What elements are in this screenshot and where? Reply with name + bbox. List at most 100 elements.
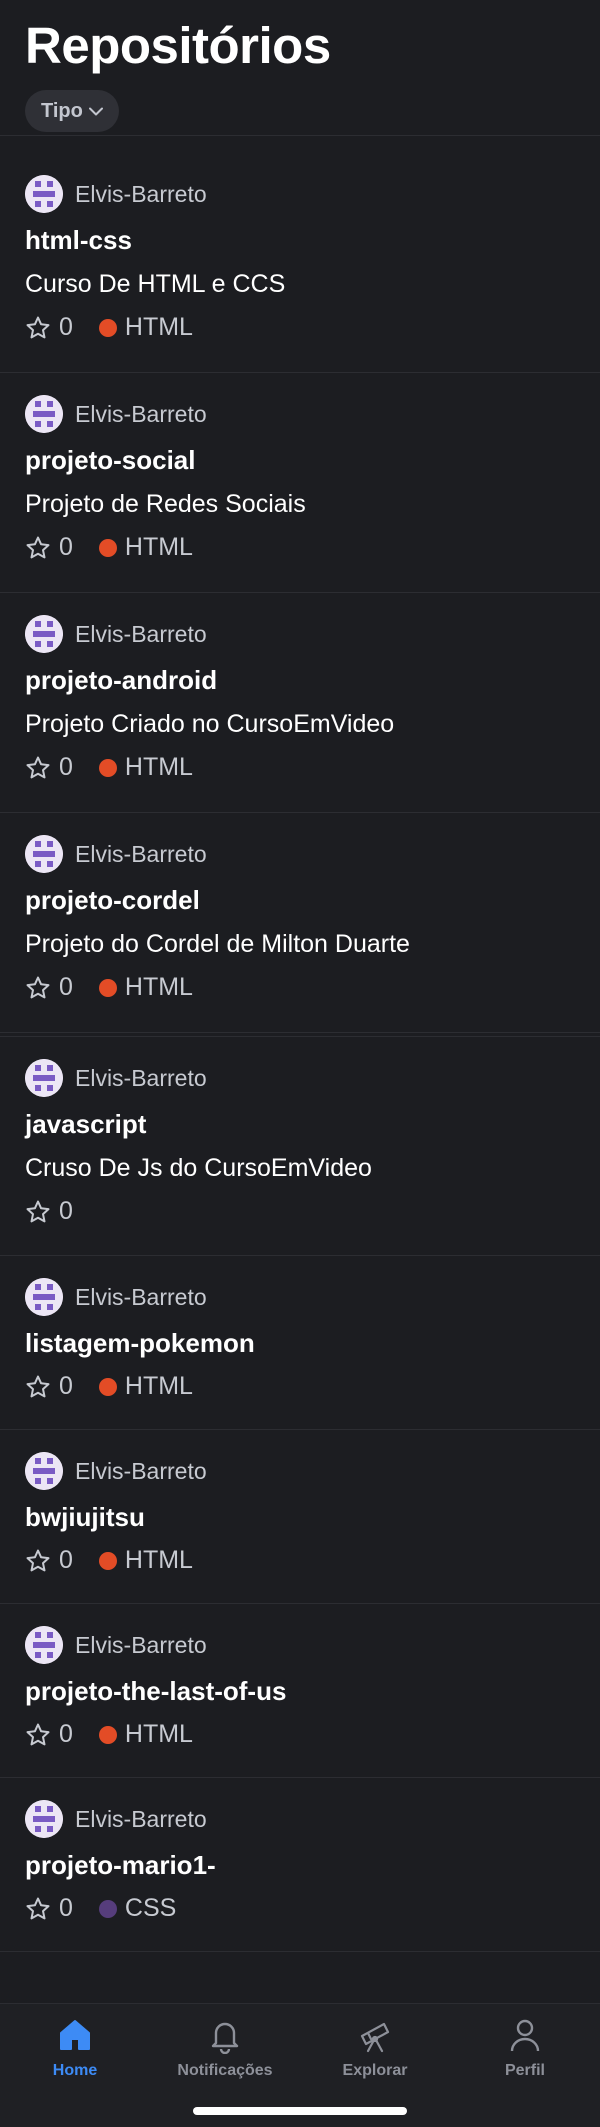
owner-name: Elvis-Barreto	[75, 840, 207, 867]
avatar	[25, 1626, 63, 1664]
tab-home[interactable]: Home	[0, 2016, 150, 2080]
repo-item[interactable]: Elvis-Barreto javascript Cruso De Js do Cu…	[0, 1036, 600, 1256]
repo-owner[interactable]: Elvis-Barreto	[25, 1452, 207, 1490]
chevron-down-icon	[88, 107, 103, 115]
repo-item[interactable]: Elvis-Barreto projeto-cordel Projeto do Co…	[0, 813, 600, 1033]
star-icon	[26, 1549, 50, 1571]
home-indicator	[193, 2107, 407, 2115]
bell-icon	[211, 2022, 239, 2054]
language-name: HTML	[124, 533, 193, 561]
language-name: HTML	[124, 973, 193, 1001]
star-icon	[26, 976, 50, 998]
identicon-icon	[25, 1452, 63, 1490]
repo-description: Projeto de Redes Sociais	[25, 490, 306, 518]
language-name: CSS	[124, 1894, 177, 1922]
star-count: 0	[59, 533, 73, 561]
language-color-dot	[98, 1551, 117, 1570]
repo-owner[interactable]: Elvis-Barreto	[25, 1800, 207, 1838]
avatar	[25, 1800, 63, 1838]
star-count: 0	[59, 1372, 73, 1400]
repo-item[interactable]: Elvis-Barreto bwjiujitsu 0 HTML	[0, 1430, 600, 1604]
repo-item[interactable]: Elvis-Barreto html-css Curso De HTML e CCS…	[0, 153, 600, 373]
repo-item[interactable]: Elvis-Barreto projeto-social Projeto de Re…	[0, 373, 600, 593]
star-count: 0	[59, 973, 73, 1001]
language-name: HTML	[124, 313, 193, 341]
repo-name: projeto-social	[25, 445, 196, 475]
repo-description: Projeto do Cordel de Milton Duarte	[25, 930, 410, 958]
person-icon	[510, 2019, 540, 2052]
tab-profile-label: Perfil	[504, 2062, 545, 2079]
repo-owner[interactable]: Elvis-Barreto	[25, 175, 207, 213]
avatar	[25, 175, 63, 213]
avatar	[25, 1059, 63, 1097]
star-icon	[26, 1897, 50, 1919]
owner-name: Elvis-Barreto	[75, 620, 207, 647]
star-count: 0	[59, 1894, 73, 1922]
repo-meta: 0 HTML	[25, 533, 193, 562]
language-color-dot	[98, 978, 117, 997]
star-count: 0	[59, 313, 73, 341]
tab-explore-label: Explorar	[342, 2062, 408, 2079]
type-filter-button[interactable]: Tipo	[25, 90, 119, 132]
repo-description: Curso De HTML e CCS	[25, 270, 286, 298]
repo-owner[interactable]: Elvis-Barreto	[25, 1278, 207, 1316]
repo-item[interactable]: Elvis-Barreto projeto-the-last-of-us 0 HTML	[0, 1604, 600, 1778]
repo-owner[interactable]: Elvis-Barreto	[25, 835, 207, 873]
avatar	[25, 615, 63, 653]
star-count: 0	[59, 1197, 73, 1225]
language-name: HTML	[124, 1372, 193, 1400]
language-name: HTML	[124, 753, 193, 781]
repo-item[interactable]: Elvis-Barreto listagem-pokemon 0 HTML	[0, 1256, 600, 1430]
language-color-dot	[98, 758, 117, 777]
owner-name: Elvis-Barreto	[75, 1064, 207, 1091]
owner-name: Elvis-Barreto	[75, 1457, 207, 1484]
tab-home-label: Home	[52, 2062, 98, 2079]
repo-meta: 0 HTML	[25, 1546, 193, 1575]
tab-profile[interactable]: Perfil	[450, 2016, 600, 2080]
repo-owner[interactable]: Elvis-Barreto	[25, 615, 207, 653]
owner-name: Elvis-Barreto	[75, 1631, 207, 1658]
repo-meta: 0 HTML	[25, 1720, 193, 1749]
owner-name: Elvis-Barreto	[75, 180, 207, 207]
tab-notifications[interactable]: Notificações	[150, 2016, 300, 2080]
repo-name: javascript	[25, 1109, 147, 1139]
star-icon	[26, 316, 50, 338]
repo-meta: 0 HTML	[25, 1372, 193, 1401]
language-color-dot	[98, 1377, 117, 1396]
owner-name: Elvis-Barreto	[75, 1805, 207, 1832]
tab-explore[interactable]: Explorar	[300, 2016, 450, 2080]
repo-name: bwjiujitsu	[25, 1502, 145, 1532]
identicon-icon	[25, 1278, 63, 1316]
star-icon	[26, 1375, 50, 1397]
type-filter-label: Tipo	[41, 99, 83, 122]
home-icon	[60, 2020, 90, 2050]
repo-owner[interactable]: Elvis-Barreto	[25, 395, 207, 433]
repo-item[interactable]: Elvis-Barreto projeto-android Projeto Cria…	[0, 593, 600, 813]
star-icon	[26, 756, 50, 778]
identicon-icon	[25, 395, 63, 433]
repo-name: projeto-cordel	[25, 885, 200, 915]
identicon-icon	[25, 175, 63, 213]
repo-item[interactable]: Elvis-Barreto projeto-mario1- 0 CSS	[0, 1778, 600, 1952]
repo-name: projeto-mario1-	[25, 1850, 216, 1880]
telescope-icon	[360, 2022, 390, 2053]
repo-owner[interactable]: Elvis-Barreto	[25, 1626, 207, 1664]
repo-owner[interactable]: Elvis-Barreto	[25, 1059, 207, 1097]
repo-description: Cruso De Js do CursoEmVideo	[25, 1154, 372, 1182]
page-title: Repositórios	[25, 17, 331, 74]
star-count: 0	[59, 1546, 73, 1574]
identicon-icon	[25, 615, 63, 653]
repo-meta: 0 CSS	[25, 1894, 176, 1923]
repo-meta: 0 HTML	[25, 313, 193, 342]
owner-name: Elvis-Barreto	[75, 400, 207, 427]
star-icon	[26, 1723, 50, 1745]
repo-description: Projeto Criado no CursoEmVideo	[25, 710, 395, 738]
star-icon	[26, 536, 50, 558]
avatar	[25, 1452, 63, 1490]
language-name: HTML	[124, 1720, 193, 1748]
language-color-dot	[98, 318, 117, 337]
identicon-icon	[25, 1059, 63, 1097]
tab-bar: Home Notificações Explorar Perfil	[0, 2003, 600, 2127]
owner-name: Elvis-Barreto	[75, 1283, 207, 1310]
repository-list: Elvis-Barreto html-css Curso De HTML e CCS…	[0, 153, 600, 1952]
